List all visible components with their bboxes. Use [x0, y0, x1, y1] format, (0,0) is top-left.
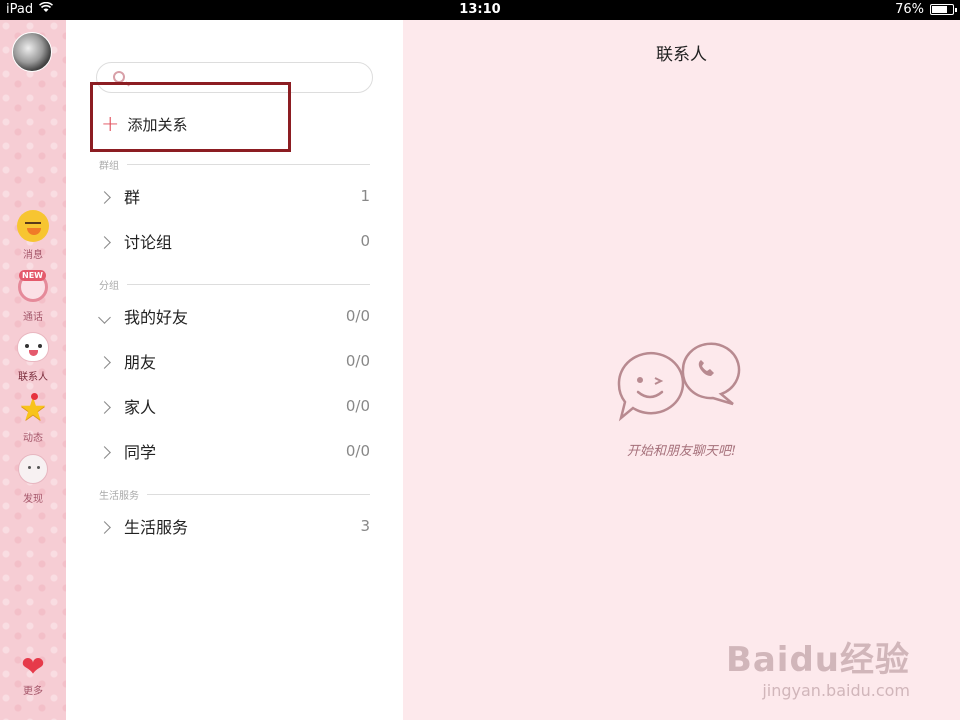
page-title: 联系人 [656, 45, 707, 65]
list-item-count: 0/0 [345, 352, 370, 370]
contact-list-pane: + 添加关系 群组 群 1 讨论组 0 分组 我的好友 0/0 朋友 0/0 家… [66, 20, 403, 720]
list-item-label: 朋友 [124, 353, 157, 372]
list-item-label: 家人 [124, 398, 157, 417]
chevron-right-icon [100, 442, 118, 461]
chevron-down-icon [100, 307, 118, 326]
list-item-group[interactable]: 群 1 [100, 181, 370, 211]
new-badge: NEW [19, 270, 46, 281]
status-right: 76% [895, 2, 957, 17]
avatar[interactable] [12, 32, 52, 72]
sidebar-item-label: 发现 [23, 494, 43, 505]
list-item-my-friends[interactable]: 我的好友 0/0 [100, 301, 370, 331]
list-item-count: 0/0 [345, 397, 370, 415]
section-header-services: 生活服务 [99, 487, 370, 502]
sidebar-item-contacts[interactable]: 联系人 [0, 332, 66, 383]
detail-pane: 联系人 开始和朋友聊天吧! Baidu经验 jingyan.baidu.com [403, 20, 960, 720]
notification-dot [31, 393, 38, 400]
section-title: 分组 [99, 280, 119, 292]
list-item-count: 0/0 [345, 307, 370, 325]
list-item-discussion[interactable]: 讨论组 0 [100, 226, 370, 256]
list-item-label: 同学 [124, 443, 157, 462]
add-contact-label: 添加关系 [127, 116, 188, 134]
sidebar-item-label: 通话 [23, 312, 43, 323]
chevron-right-icon [100, 352, 118, 371]
sidebar-more-label: 更多 [23, 686, 43, 697]
list-item-label: 我的好友 [124, 308, 189, 327]
list-item-label: 生活服务 [124, 518, 189, 537]
list-item-life-services[interactable]: 生活服务 3 [100, 511, 370, 541]
list-item-count: 3 [360, 517, 370, 535]
list-item-count: 0 [360, 232, 370, 250]
list-item-classmates[interactable]: 同学 0/0 [100, 436, 370, 466]
section-title: 生活服务 [99, 490, 139, 502]
sidebar-item-label: 联系人 [18, 372, 48, 383]
empty-state-text: 开始和朋友聊天吧! [626, 444, 737, 459]
chevron-right-icon [100, 397, 118, 416]
plus-icon: + [101, 111, 120, 137]
sidebar-item-messages[interactable]: 消息 [0, 210, 66, 261]
chat-bubbles-icon [617, 342, 741, 422]
sidebar: 消息 NEW 通话 联系人 ★ 动态 发现 ❤ 更多 [0, 20, 66, 720]
section-header-categories: 分组 [99, 277, 370, 292]
section-header-groups: 群组 [99, 157, 370, 172]
watermark-main: Baidu经验 [725, 640, 910, 680]
heart-icon: ❤ [21, 650, 45, 683]
watermark: Baidu经验 jingyan.baidu.com [726, 632, 910, 700]
section-title: 群组 [99, 160, 119, 172]
chevron-right-icon [100, 517, 118, 536]
list-item-friends[interactable]: 朋友 0/0 [100, 346, 370, 376]
duck-icon [17, 210, 49, 242]
chevron-right-icon [100, 232, 118, 251]
sidebar-item-calls[interactable]: NEW 通话 [0, 270, 66, 323]
watermark-sub: jingyan.baidu.com [762, 681, 910, 700]
battery-percent: 76% [895, 2, 924, 17]
sidebar-item-moments[interactable]: ★ 动态 [0, 393, 66, 444]
sidebar-item-discover[interactable]: 发现 [0, 454, 66, 505]
cat-icon [17, 332, 49, 362]
list-item-count: 1 [360, 187, 370, 205]
sidebar-item-label: 消息 [23, 250, 43, 261]
list-item-label: 讨论组 [124, 233, 173, 252]
battery-fill [932, 6, 948, 13]
blob-icon [18, 454, 48, 484]
status-bar: iPad 13:10 76% [0, 0, 960, 20]
sidebar-item-more[interactable]: ❤ 更多 [0, 650, 66, 698]
sidebar-item-label: 动态 [23, 433, 43, 444]
list-item-family[interactable]: 家人 0/0 [100, 391, 370, 421]
list-item-count: 0/0 [345, 442, 370, 460]
list-item-label: 群 [124, 188, 141, 207]
status-time: 13:10 [459, 2, 501, 17]
chevron-right-icon [100, 187, 118, 206]
battery-icon [930, 4, 957, 15]
add-contact-button[interactable]: + 添加关系 [90, 82, 291, 152]
